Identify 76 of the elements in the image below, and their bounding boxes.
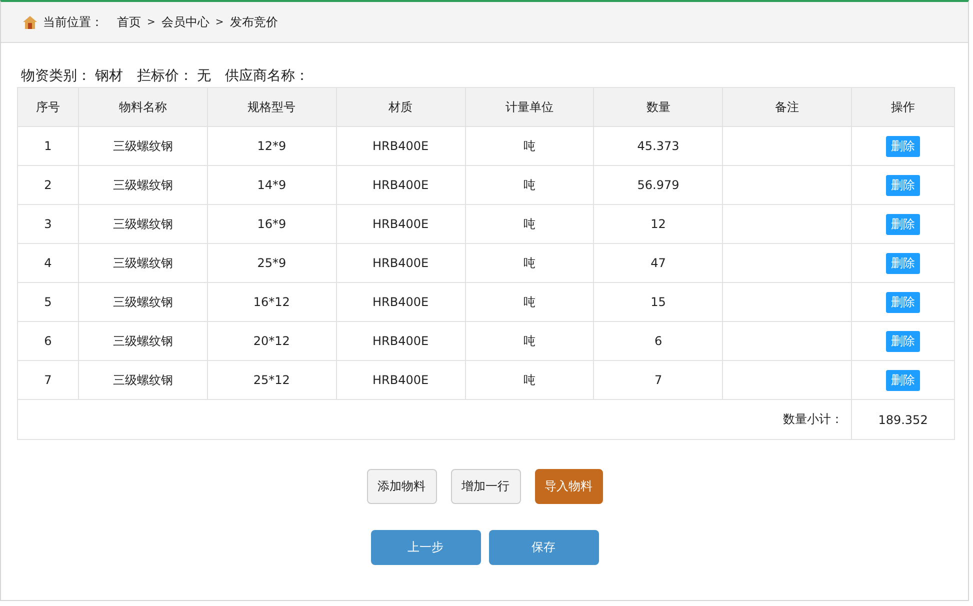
info-value: 无 xyxy=(197,67,211,85)
table-cell: HRB400E xyxy=(336,244,465,282)
table-cell: 12*9 xyxy=(207,126,336,166)
table-cell: 三级螺纹钢 xyxy=(78,322,208,360)
delete-button[interactable]: 删除 xyxy=(886,136,920,156)
table-cell: 吨 xyxy=(465,244,594,282)
info-label: 供应商名称： xyxy=(225,67,309,85)
table-cell: 25*12 xyxy=(207,360,336,400)
column-header: 规格型号 xyxy=(207,88,336,126)
column-header: 材质 xyxy=(336,88,465,126)
table-cell: 25*9 xyxy=(207,244,336,282)
delete-button[interactable]: 删除 xyxy=(886,214,920,234)
toolbar-button[interactable]: 增加一行 xyxy=(450,469,520,504)
delete-button[interactable]: 删除 xyxy=(886,370,920,390)
table-cell: 14*9 xyxy=(207,166,336,204)
table-cell: 16*9 xyxy=(207,204,336,244)
delete-button[interactable]: 删除 xyxy=(886,252,920,274)
subtotal-label: 数量小计： xyxy=(783,412,844,426)
table-cell: 吨 xyxy=(465,360,594,400)
step-button[interactable]: 上一步 xyxy=(370,530,480,565)
breadcrumb-current: 发布竞价 xyxy=(230,14,278,30)
delete-button[interactable]: 删除 xyxy=(886,174,920,196)
toolbar-button[interactable]: 导入物料 xyxy=(534,469,602,504)
table-cell: 6 xyxy=(594,322,723,360)
breadcrumb-link[interactable]: 会员中心 xyxy=(161,14,210,30)
table-cell: 三级螺纹钢 xyxy=(78,282,208,322)
info-value: 钢材 xyxy=(95,67,123,85)
table-cell: HRB400E xyxy=(336,322,465,360)
column-header: 计量单位 xyxy=(465,88,594,126)
column-header: 序号 xyxy=(18,88,78,126)
column-header: 备注 xyxy=(722,88,852,126)
table-cell: 三级螺纹钢 xyxy=(78,166,208,204)
home-icon xyxy=(23,16,37,28)
column-header: 物料名称 xyxy=(78,88,208,126)
breadcrumb-separator: > xyxy=(147,16,156,28)
delete-button[interactable]: 删除 xyxy=(886,292,920,312)
table-cell: 吨 xyxy=(465,282,594,322)
toolbar-button[interactable]: 添加物料 xyxy=(366,469,436,504)
table-cell: 7 xyxy=(594,360,723,400)
table-cell: 4 xyxy=(18,244,78,282)
table-cell: 三级螺纹钢 xyxy=(78,204,208,244)
info-label: 拦标价： xyxy=(137,67,193,85)
table-cell: 3 xyxy=(18,204,78,244)
breadcrumb-separator: > xyxy=(215,16,224,28)
table-cell: 56.979 xyxy=(594,166,723,204)
subtotal-value: 189.352 xyxy=(852,400,954,440)
table-cell: 5 xyxy=(18,282,78,322)
table-cell: 16*12 xyxy=(207,282,336,322)
table-cell: HRB400E xyxy=(336,204,465,244)
table-cell: HRB400E xyxy=(336,360,465,400)
table-cell: 吨 xyxy=(465,166,594,204)
table-cell: 20*12 xyxy=(207,322,336,360)
table-cell: 三级螺纹钢 xyxy=(78,244,208,282)
table-cell: 7 xyxy=(18,360,78,400)
delete-button[interactable]: 删除 xyxy=(886,330,920,352)
table-cell: 6 xyxy=(18,322,78,360)
table-cell: 吨 xyxy=(465,322,594,360)
column-header: 数量 xyxy=(594,88,723,126)
table-cell: 15 xyxy=(594,282,723,322)
table-cell: 47 xyxy=(594,244,723,282)
breadcrumb-link[interactable]: 首页 xyxy=(117,14,141,30)
table-cell: HRB400E xyxy=(336,126,465,166)
info-label: 物资类别： xyxy=(21,67,91,85)
column-header: 操作 xyxy=(852,88,954,126)
table-cell: 三级螺纹钢 xyxy=(78,126,208,166)
table-cell: 12 xyxy=(594,204,723,244)
table-cell: 2 xyxy=(18,166,78,204)
table-cell: 吨 xyxy=(465,204,594,244)
table-cell: HRB400E xyxy=(336,282,465,322)
location-label: 当前位置： xyxy=(43,14,103,30)
table-cell: 45.373 xyxy=(594,126,723,166)
table-cell: HRB400E xyxy=(336,166,465,204)
table-cell: 吨 xyxy=(465,126,594,166)
step-button[interactable]: 保存 xyxy=(488,530,598,565)
table-cell: 1 xyxy=(18,126,78,166)
table-cell: 三级螺纹钢 xyxy=(78,360,208,400)
